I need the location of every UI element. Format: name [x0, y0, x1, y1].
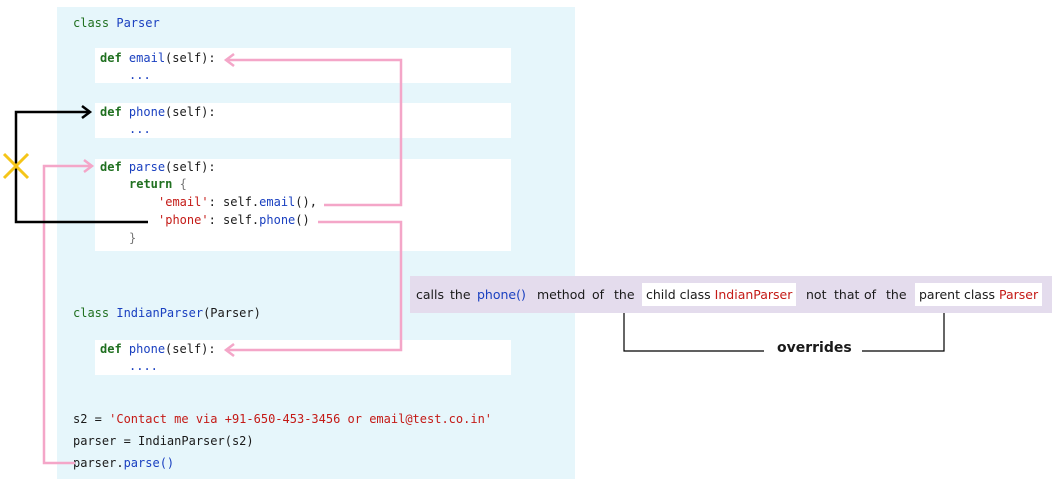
override-note: calls the phone() method of the child cl…	[410, 276, 1052, 313]
pink-arrow-phone	[228, 220, 403, 352]
pink-arrow-email	[228, 58, 403, 207]
parent-class-chip: parent class Parser	[915, 283, 1043, 306]
overrides-label: overrides	[777, 340, 852, 356]
arrows-layer	[2, 53, 1045, 465]
overrides-bracket-left	[623, 311, 764, 352]
note-word: of	[864, 287, 877, 302]
note-word: of	[592, 287, 605, 302]
note-word: method	[537, 287, 586, 302]
note-word: not	[806, 287, 827, 302]
note-word: calls	[416, 287, 444, 302]
overrides-bracket-right	[862, 311, 945, 352]
pink-arrow-call-to-parse	[42, 164, 90, 465]
note-method-name: phone()	[477, 287, 526, 302]
note-word: the	[450, 287, 471, 302]
note-word: the	[614, 287, 635, 302]
child-class-chip: child class IndianParser	[642, 283, 797, 306]
note-word: the	[886, 287, 907, 302]
note-word: that	[834, 287, 860, 302]
